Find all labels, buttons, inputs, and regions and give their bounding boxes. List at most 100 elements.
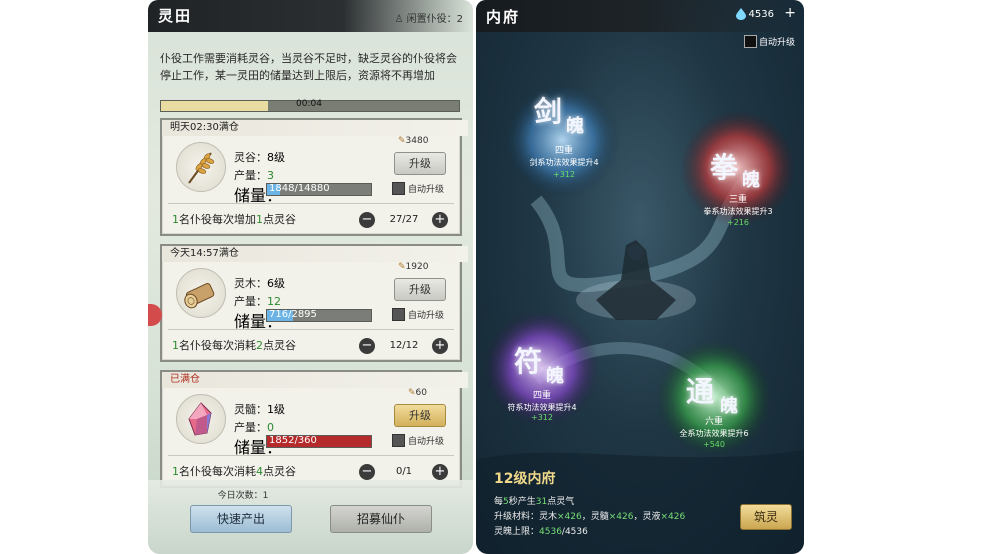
- worker-assign-count: 27/27: [389, 214, 419, 225]
- cost-value: 60: [415, 388, 427, 398]
- card-header: 今天14:57满仓: [162, 246, 468, 262]
- worker-text: 名仆役每次消耗: [179, 465, 256, 478]
- info-text: 每: [494, 497, 504, 507]
- build-spirit-button[interactable]: 筑灵: [740, 504, 792, 530]
- wood-output: 产量：12: [234, 290, 281, 309]
- orb-talisman-char2[interactable]: 魄: [546, 362, 564, 388]
- auto-upgrade-checkbox[interactable]: [744, 35, 757, 48]
- output-value: 3: [267, 169, 274, 182]
- inner-mansion-panel: 内府 4536 + 自动升级 剑 魄 四重 剑系功法效果提升4 +312 拳 魄…: [476, 0, 804, 554]
- soul-cap-label: 灵魄上限：: [494, 527, 540, 537]
- orb-talisman-tier: 四重: [532, 391, 551, 401]
- level-value: 8级: [267, 151, 285, 164]
- worker-text: 名仆役每次增加: [179, 213, 256, 226]
- upgrade-button[interactable]: 升级: [394, 152, 446, 175]
- worker-icon: ♙: [394, 14, 407, 25]
- output-label: 产量：: [234, 295, 267, 308]
- orb-fist-char2[interactable]: 魄: [742, 166, 760, 192]
- output-value: 12: [267, 295, 281, 308]
- soul-cap-max: /4536: [561, 527, 588, 537]
- name-label: 灵髓：: [234, 403, 267, 416]
- output-value: 0: [267, 421, 274, 434]
- orb-talisman-value: +312: [531, 413, 553, 422]
- add-resource-button[interactable]: +: [784, 5, 796, 21]
- plus-button[interactable]: +: [432, 212, 448, 228]
- soul-cap: 灵魄上限：4536/4536: [494, 524, 588, 537]
- orb-all-tier: 六重: [704, 417, 723, 427]
- worker-unit: 点灵谷: [263, 339, 296, 352]
- upgrade-button[interactable]: 升级: [394, 278, 446, 301]
- orb-all-char1: 通: [686, 375, 715, 408]
- worker-amount: 1: [256, 213, 263, 226]
- worker-assign-count: 12/12: [389, 340, 419, 351]
- worker-amount: 4: [256, 465, 263, 478]
- orb-sword-char1: 剑: [534, 95, 563, 128]
- material-marrow-label: ，灵髓: [581, 512, 609, 522]
- auto-upgrade-label: 自动升级: [408, 185, 445, 195]
- material-wood-amount: ×426: [557, 512, 582, 522]
- spirit-drop-icon: [736, 8, 746, 20]
- today-count: 今日次数：1: [217, 491, 269, 501]
- orb-all-desc: 全系功法效果提升6: [679, 429, 749, 438]
- storage-text: 716/2895: [269, 309, 317, 320]
- material-liquid-label: ，灵液: [633, 512, 661, 522]
- field-card-marrow: 已满仓 灵髓：1级 产量：0 储量： 1852/360 ✎60 升级 自动升级: [160, 370, 468, 488]
- auto-upgrade-checkbox[interactable]: [392, 308, 405, 321]
- recruit-button[interactable]: 招募仙仆: [330, 505, 432, 533]
- info-text: 秒产生: [508, 497, 536, 507]
- worker-info: 1名仆役每次增加1点灵谷: [172, 211, 296, 227]
- spirit-field-panel: 灵田 ♙ 闲置仆役：2 仆役工作需要消耗灵谷，当灵谷不足时，缺乏灵谷的仆役将会停…: [148, 0, 473, 554]
- orb-sword-desc: 剑系功法效果提升4: [529, 158, 599, 167]
- name-label: 灵木：: [234, 277, 267, 290]
- worker-info: 1名仆役每次消耗2点灵谷: [172, 337, 296, 353]
- name-label: 灵谷：: [234, 151, 267, 164]
- worker-count: 1: [172, 465, 179, 478]
- scroll-icon: ✎: [398, 262, 406, 272]
- panel-title: 灵田: [158, 7, 193, 25]
- upgrade-button[interactable]: 升级: [394, 404, 446, 427]
- worker-amount: 2: [256, 339, 263, 352]
- idle-workers-text: 闲置仆役：2: [406, 14, 463, 25]
- divider: [168, 455, 454, 456]
- level-value: 1级: [267, 403, 285, 416]
- storage-bar: 1848/14880: [266, 183, 372, 196]
- divider: [168, 203, 454, 204]
- upgrade-materials: 升级材料：灵木×426，灵髓×426，灵液×426: [494, 509, 685, 522]
- plus-button[interactable]: +: [432, 338, 448, 354]
- grain-name: 灵谷：8级: [234, 146, 285, 165]
- worker-info: 1名仆役每次消耗4点灵谷: [172, 463, 296, 479]
- grain-output: 产量：3: [234, 164, 274, 183]
- grain-icon: [176, 142, 226, 192]
- cost-value: 3480: [405, 136, 429, 146]
- plus-button[interactable]: +: [432, 464, 448, 480]
- minus-button[interactable]: −: [359, 464, 375, 480]
- quick-output-button[interactable]: 快速产出: [190, 505, 292, 533]
- auto-upgrade-checkbox[interactable]: [392, 182, 405, 195]
- orb-sword-char2[interactable]: 魄: [566, 112, 584, 138]
- output-label: 产量：: [234, 421, 267, 434]
- orb-all-value: +540: [703, 440, 725, 449]
- scroll-icon: ✎: [408, 388, 416, 398]
- card-header: 已满仓: [162, 372, 468, 388]
- upgrade-cost: ✎60: [408, 388, 427, 398]
- materials-label: 升级材料：灵木: [494, 512, 558, 522]
- orb-fist-char1: 拳: [710, 151, 739, 184]
- soul-cap-current: 4536: [539, 527, 562, 537]
- field-card-grain: 明天02:30满仓 灵谷：8级 产量：3 储量： 1848/14880 ✎348…: [160, 118, 468, 236]
- field-card-wood: 今天14:57满仓 灵木：6级 产量：12 储量： 716/2895 ✎1920…: [160, 244, 468, 362]
- auto-upgrade-checkbox[interactable]: [392, 434, 405, 447]
- storage-bar: 716/2895: [266, 309, 372, 322]
- minus-button[interactable]: −: [359, 212, 375, 228]
- crystal-icon: [176, 394, 226, 444]
- upgrade-cost: ✎3480: [398, 136, 428, 146]
- minus-button[interactable]: −: [359, 338, 375, 354]
- material-marrow-amount: ×426: [608, 512, 634, 522]
- timer-text: 00:04: [296, 99, 322, 109]
- mansion-level-title: 12级内府: [494, 471, 556, 487]
- marrow-name: 灵髓：1级: [234, 398, 285, 417]
- orb-fist-value: +216: [727, 218, 749, 227]
- upgrade-cost: ✎1920: [398, 262, 428, 272]
- orb-sword-tier: 四重: [554, 146, 573, 156]
- storage-bar: 1852/360: [266, 435, 372, 448]
- auto-upgrade-label: 自动升级: [408, 437, 445, 447]
